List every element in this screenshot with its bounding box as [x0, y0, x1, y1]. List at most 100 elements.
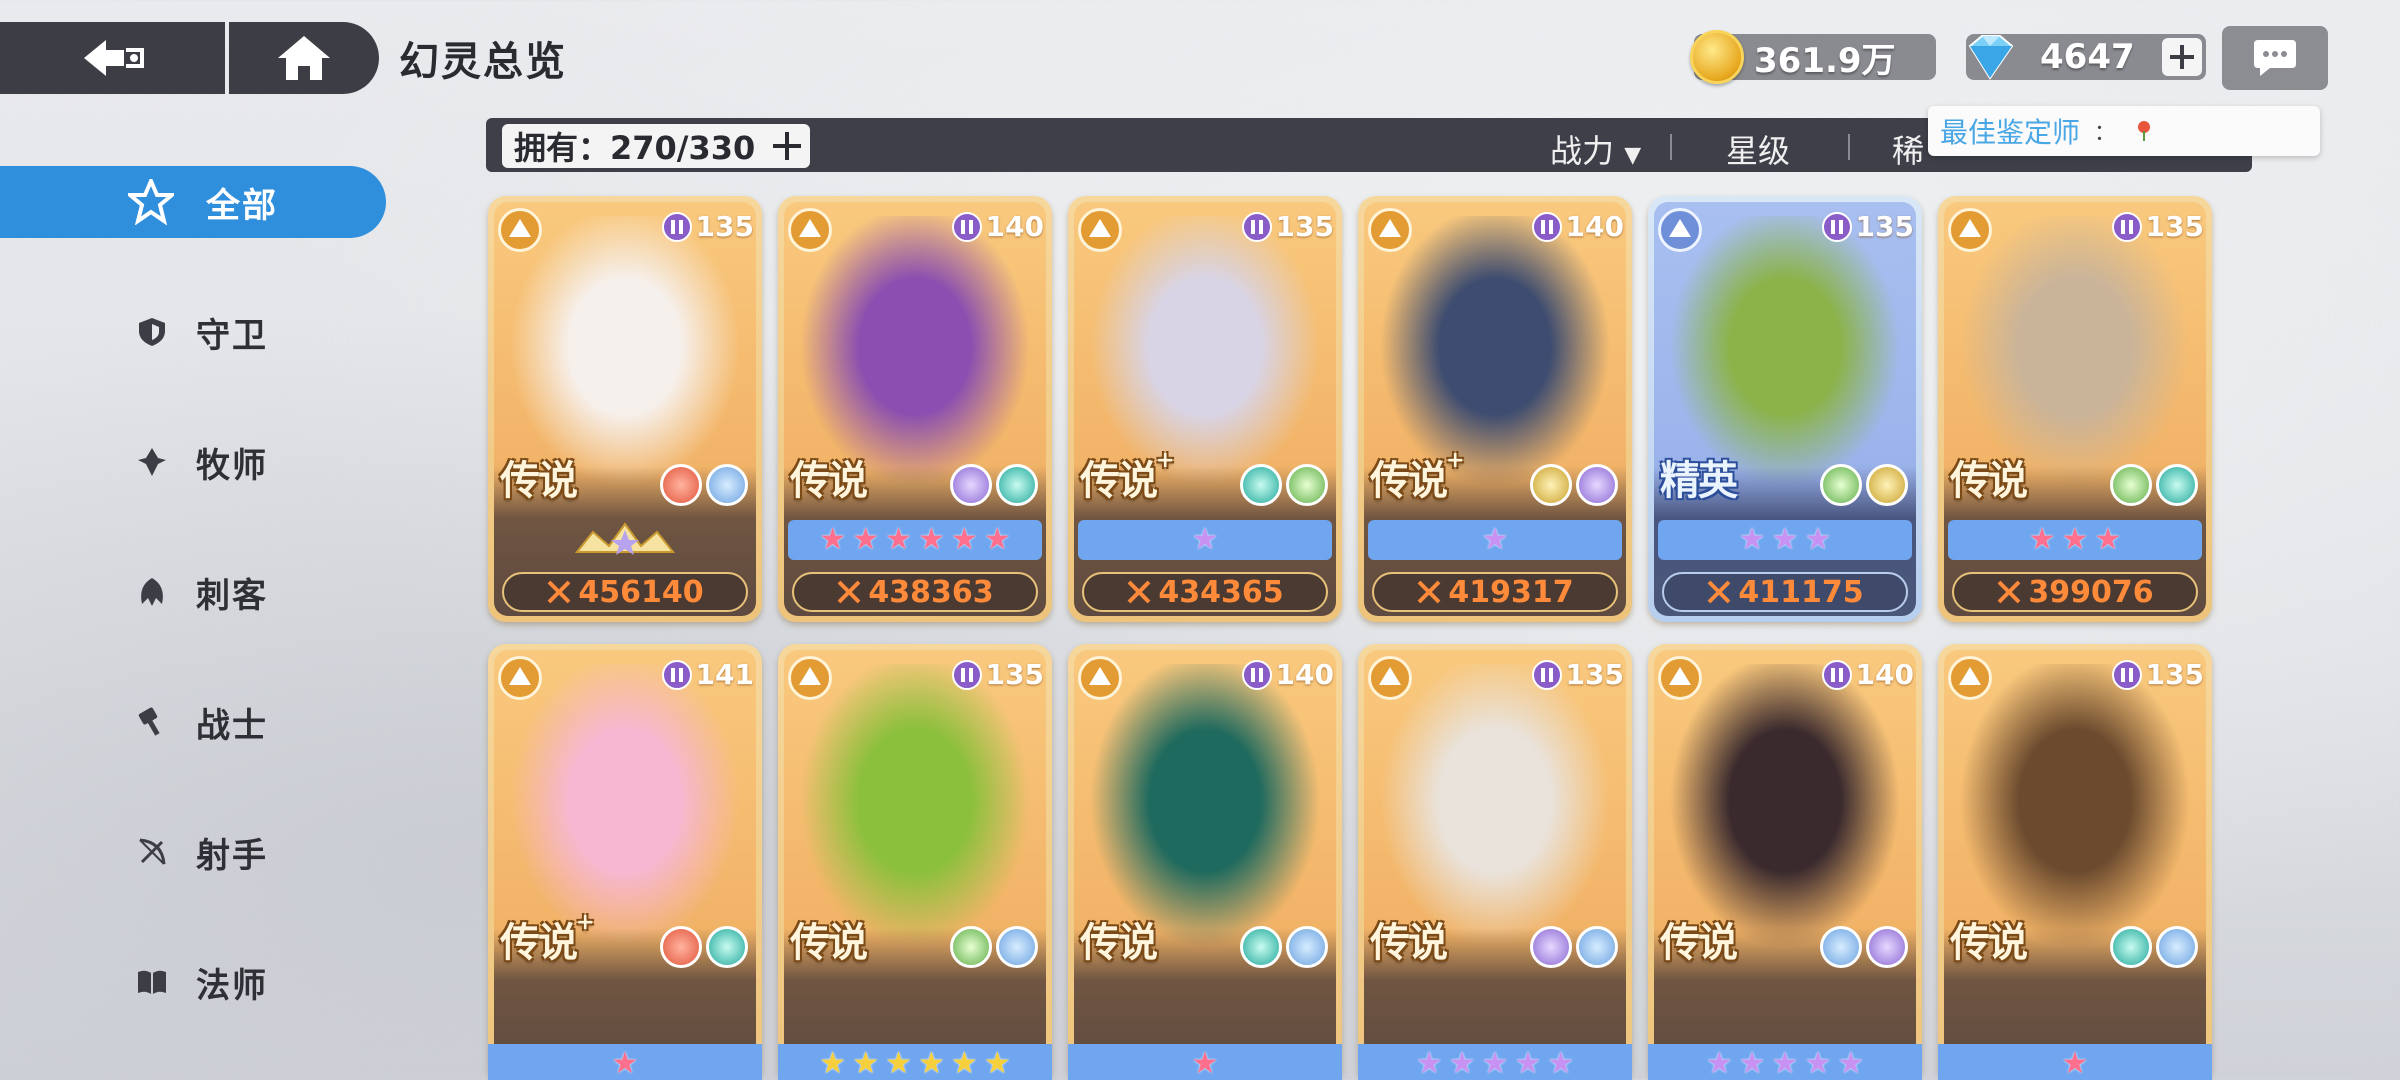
gem-amount: 4647: [2040, 37, 2135, 77]
water-element-icon: [2156, 464, 2198, 506]
star-icon: ★: [1481, 522, 1509, 557]
star-row: ★ ★ ★ ★ ★: [1358, 1044, 1632, 1080]
leaf-element-icon: [1286, 464, 1328, 506]
power-bar: 434365: [1082, 572, 1328, 612]
class-badge-icon: [1658, 656, 1702, 700]
crossed-swords-icon: [1417, 580, 1441, 604]
crossed-swords-icon: [1997, 580, 2021, 604]
sidebar-item-label: 战士: [196, 705, 268, 746]
class-badge-icon: [788, 656, 832, 700]
leaf-element-icon: [950, 926, 992, 968]
sidebar-item-all[interactable]: 全部: [0, 166, 386, 238]
star-icon: ★: [1705, 1046, 1733, 1080]
hero-card[interactable]: 135 传说+ ★ 434365: [1068, 196, 1342, 622]
gold-element-icon: [1866, 464, 1908, 506]
hero-level: 135: [1565, 658, 1624, 691]
rarity-label: 传说: [1080, 910, 1158, 968]
star-icon: ★: [2061, 522, 2089, 557]
level-indicator: 135: [1531, 658, 1624, 691]
star-row: ★ ★ ★: [1948, 520, 2202, 560]
rarity-label: 传说: [500, 448, 578, 506]
sidebar-item-guardian[interactable]: 守卫: [0, 296, 390, 368]
hero-level: 135: [985, 658, 1044, 691]
sidebar-item-archer[interactable]: 射手: [0, 816, 390, 888]
home-button[interactable]: [229, 22, 379, 94]
flower-icon: [2138, 121, 2151, 141]
card-inner: [1074, 650, 1336, 1078]
rarity-text: 传说: [500, 920, 578, 966]
leaf-element-icon: [2110, 464, 2152, 506]
hero-level: 140: [1855, 658, 1914, 691]
class-sidebar: 全部 守卫 牧师 刺客 战士 射手 法师: [0, 166, 390, 1076]
rarity-plus: +: [576, 910, 594, 935]
class-badge-icon: [498, 656, 542, 700]
star-icon: ★: [852, 1046, 880, 1080]
rarity-text: 精英: [1660, 458, 1738, 504]
sidebar-item-warrior[interactable]: 战士: [0, 686, 390, 758]
hero-level: 140: [1275, 658, 1334, 691]
tooltip-text: 最佳鉴定师: [1940, 116, 2081, 149]
star-icon: ★: [611, 1046, 639, 1080]
level-indicator: 135: [2111, 658, 2204, 691]
sidebar-item-label: 牧师: [196, 445, 268, 486]
star-icon: ★: [983, 1046, 1011, 1080]
add-gems-button[interactable]: [2162, 38, 2202, 76]
hero-card[interactable]: 140 传说 ★ ★ ★ ★ ★ ★ 438363: [778, 196, 1052, 622]
level-indicator: 135: [1821, 210, 1914, 243]
sort-rarity-button[interactable]: 稀: [1892, 126, 1924, 172]
hero-level: 140: [1565, 210, 1624, 243]
rarity-text: 传说: [1370, 920, 1448, 966]
hero-card[interactable]: 135 传说 ★ ★ ★ 399076: [1938, 196, 2212, 622]
home-icon: [278, 36, 330, 80]
power-value: 438363: [868, 574, 994, 610]
hero-card[interactable]: 135 传说 ★: [1938, 644, 2212, 1080]
class-badge-icon: [788, 208, 832, 252]
hero-card[interactable]: 140 传说+ ★ 419317: [1358, 196, 1632, 622]
hero-card[interactable]: 135 传说 456140: [488, 196, 762, 622]
sidebar-item-label: 法师: [196, 965, 268, 1006]
assassin-icon: [141, 578, 163, 606]
hero-level: 135: [695, 210, 754, 243]
void-element-icon: [1576, 464, 1618, 506]
star-icon: ★: [1771, 1046, 1799, 1080]
divider: [1848, 134, 1850, 160]
sidebar-item-priest[interactable]: 牧师: [0, 426, 390, 498]
star-icon: ★: [1191, 522, 1219, 557]
crown-star-icon: [574, 522, 676, 555]
sort-star-button[interactable]: 星级: [1726, 126, 1790, 172]
hero-card[interactable]: 135 传说 ★ ★ ★ ★ ★ ★: [778, 644, 1052, 1080]
class-badge-icon: [1368, 656, 1412, 700]
rarity-text: 传说: [1080, 920, 1158, 966]
ice-element-icon: [996, 926, 1038, 968]
tier-badge-icon: [1531, 211, 1562, 242]
hero-card[interactable]: 140 传说 ★ ★ ★ ★ ★: [1648, 644, 1922, 1080]
star-row: ★: [1368, 520, 1622, 560]
level-indicator: 135: [951, 658, 1044, 691]
hero-level: 135: [1275, 210, 1334, 243]
void-element-icon: [1866, 926, 1908, 968]
owned-count-box[interactable]: 拥有：270/330: [502, 124, 810, 168]
rarity-label: 传说: [1370, 910, 1448, 968]
priest-icon: [138, 448, 166, 476]
tier-badge-icon: [661, 211, 692, 242]
hero-card[interactable]: 141 传说+ ★: [488, 644, 762, 1080]
hero-card[interactable]: 140 传说 ★: [1068, 644, 1342, 1080]
hero-card[interactable]: 135 传说 ★ ★ ★ ★ ★: [1358, 644, 1632, 1080]
plus-icon: [2170, 45, 2194, 69]
sidebar-item-mage[interactable]: 法师: [0, 946, 390, 1018]
tier-badge-icon: [1531, 659, 1562, 690]
rarity-label: 传说+: [1080, 448, 1174, 506]
card-inner: [494, 650, 756, 1078]
star-row: ★ ★ ★ ★ ★ ★: [778, 1044, 1052, 1080]
sidebar-item-assassin[interactable]: 刺客: [0, 556, 390, 628]
chat-button[interactable]: [2222, 26, 2328, 90]
sort-power-button[interactable]: 战力 ▼: [1550, 126, 1641, 172]
chat-bubble-icon: [2254, 40, 2296, 76]
hero-card[interactable]: 135 精英 ★ ★ ★ 411175: [1648, 196, 1922, 622]
rarity-label: 传说: [790, 910, 868, 968]
back-button[interactable]: [0, 22, 225, 94]
rarity-text: 传说: [1370, 458, 1448, 504]
best-appraiser-tooltip: 最佳鉴定师 ：: [1928, 106, 2320, 156]
shield-icon: [139, 318, 165, 346]
card-inner: [1944, 650, 2206, 1078]
